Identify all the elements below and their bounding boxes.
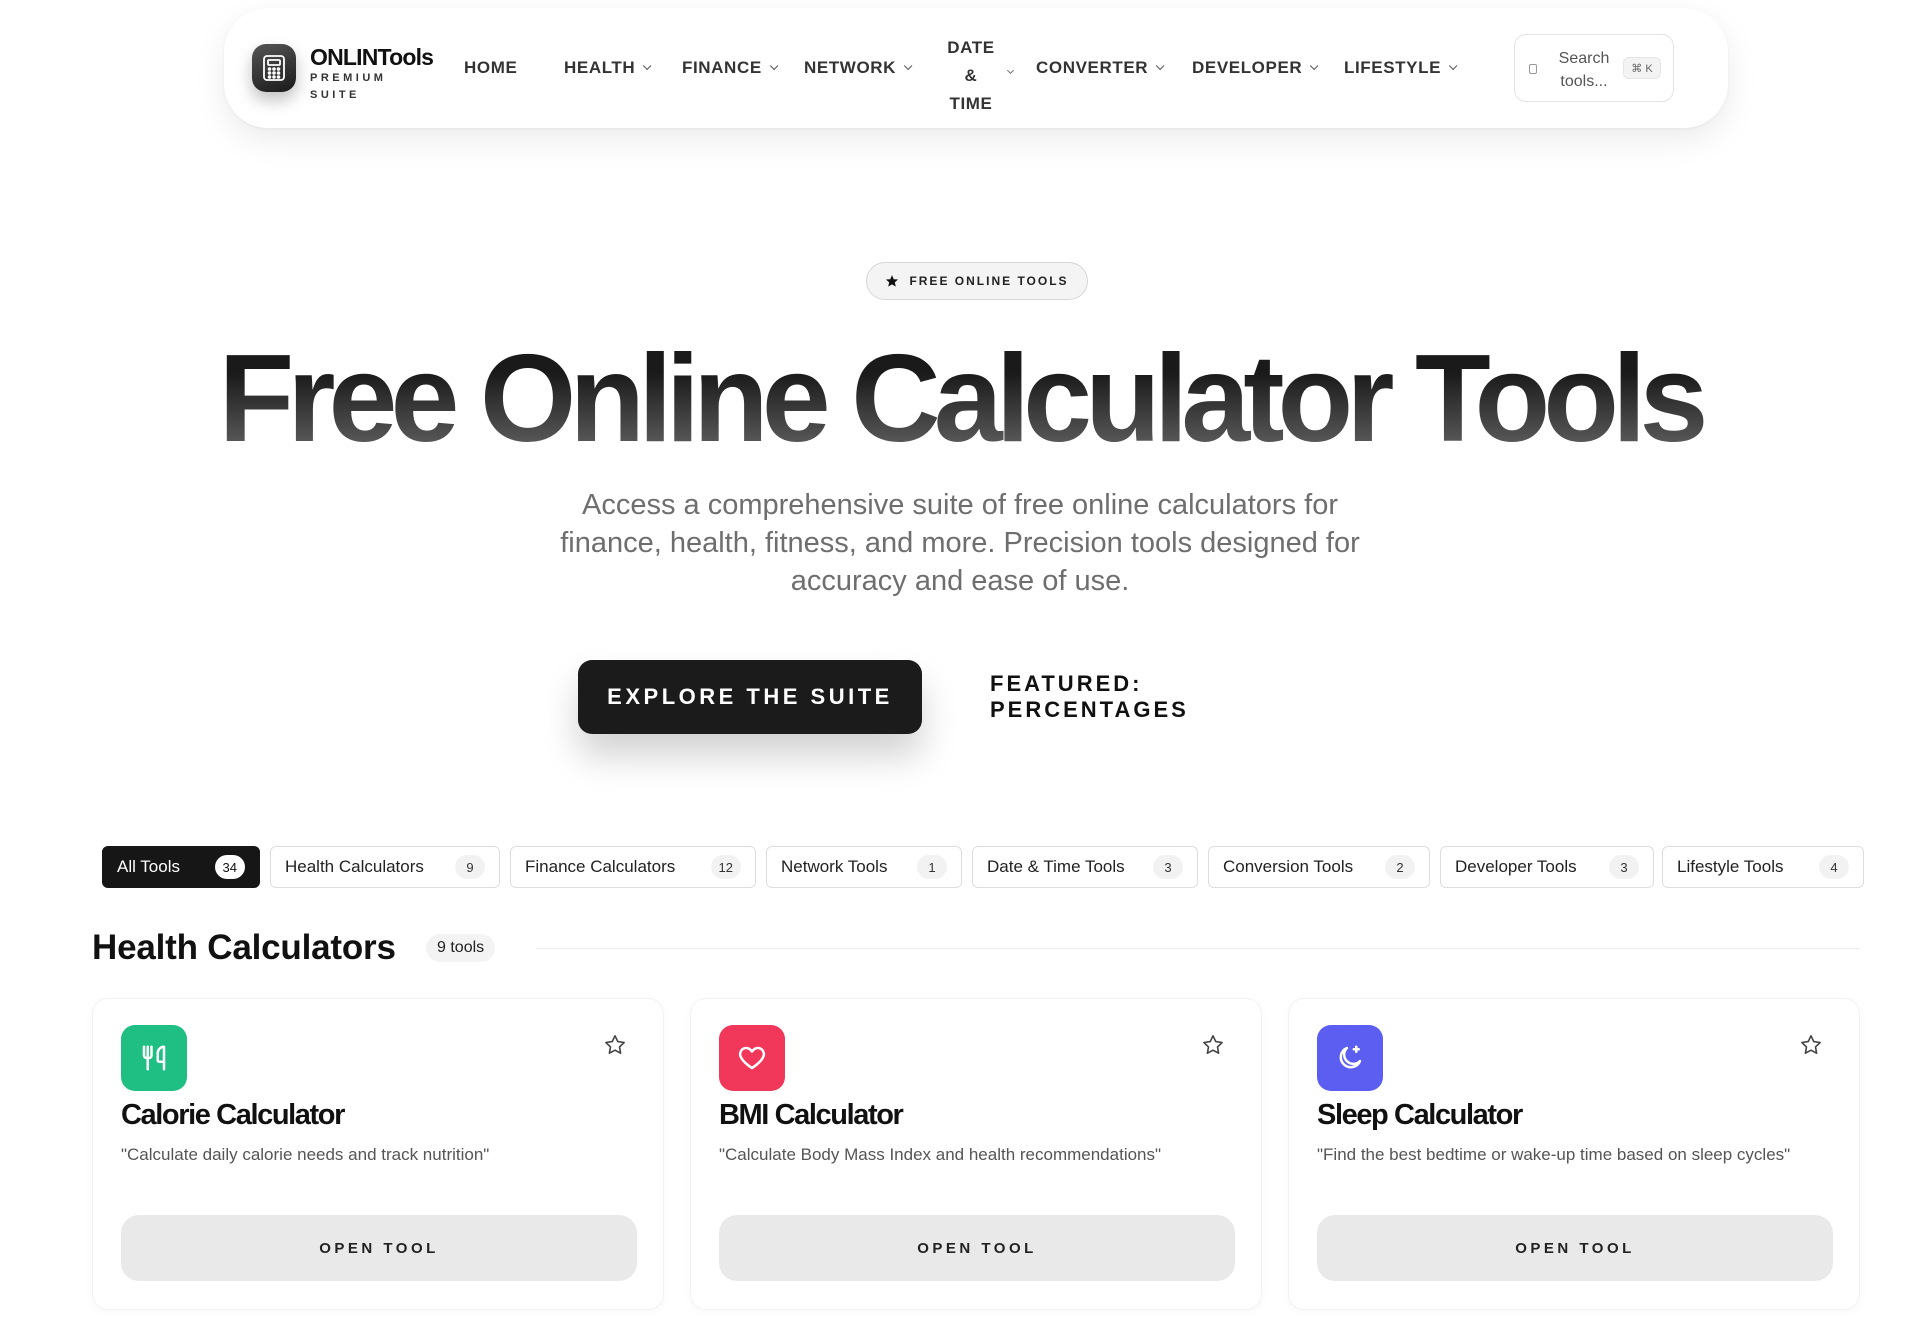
moon-icon	[1317, 1025, 1383, 1091]
tab-label: Conversion Tools	[1223, 857, 1354, 876]
nav-date-line1: DATE	[947, 38, 995, 57]
hero-subtitle: Access a comprehensive suite of free onl…	[560, 489, 1360, 597]
brand-subtitle: PREMIUM SUITE	[310, 72, 387, 101]
star-icon	[886, 275, 899, 287]
card-description: "Find the best bedtime or wake-up time b…	[1317, 1145, 1791, 1164]
nav-finance[interactable]: FINANCE	[682, 8, 779, 128]
brand[interactable]: ONLINTools PREMIUM SUITE	[310, 44, 434, 104]
tab-count: 3	[1609, 855, 1639, 879]
nav-health-label: HEALTH	[564, 58, 636, 77]
tab-all-tools[interactable]: All Tools 34	[102, 846, 260, 888]
section-divider	[536, 948, 1860, 949]
chevron-down-icon	[1006, 66, 1015, 75]
nav-developer-label: DEVELOPER	[1192, 58, 1303, 77]
nav-network-label: NETWORK	[804, 58, 897, 77]
tool-card-sleep[interactable]: Sleep Calculator "Find the best bedtime …	[1288, 998, 1860, 1310]
chevron-down-icon	[1448, 61, 1458, 71]
tab-date-time-tools[interactable]: Date & Time Tools 3	[972, 846, 1198, 888]
card-description: "Calculate Body Mass Index and health re…	[719, 1145, 1162, 1164]
favorite-star-icon[interactable]	[1201, 1033, 1225, 1062]
nav-lifestyle[interactable]: LIFESTYLE	[1344, 8, 1458, 128]
favorite-star-icon[interactable]	[603, 1033, 627, 1062]
nav-date-time[interactable]: DATE & TIME	[944, 34, 998, 118]
nav-converter-label: CONVERTER	[1036, 58, 1149, 77]
tool-card-bmi[interactable]: BMI Calculator "Calculate Body Mass Inde…	[690, 998, 1262, 1310]
tab-finance-calculators[interactable]: Finance Calculators 12	[510, 846, 756, 888]
section-title: Health Calculators	[92, 928, 396, 967]
section-tool-count: 9 tools	[426, 934, 496, 962]
chevron-down-icon	[769, 61, 779, 71]
nav-converter[interactable]: CONVERTER	[1036, 8, 1165, 128]
tab-label: All Tools	[117, 857, 180, 876]
card-title: Sleep Calculator	[1317, 1099, 1523, 1131]
card-title: BMI Calculator	[719, 1099, 904, 1131]
nav-home-label: HOME	[464, 58, 518, 77]
nav-finance-label: FINANCE	[682, 58, 762, 77]
search-placeholder: Search tools...	[1558, 50, 1610, 90]
page-title: Free Online Calculator Tools	[0, 334, 1920, 464]
nav-health[interactable]: HEALTH	[564, 8, 652, 128]
favorite-star-icon[interactable]	[1799, 1033, 1823, 1062]
calculator-logo-icon[interactable]	[252, 44, 296, 92]
chevron-down-icon	[1156, 61, 1165, 71]
card-title: Calorie Calculator	[121, 1099, 345, 1131]
tab-count: 2	[1385, 855, 1415, 879]
tab-count: 12	[710, 855, 741, 879]
chevron-down-icon	[1310, 61, 1319, 71]
tab-count: 3	[1153, 855, 1183, 879]
search-icon	[1529, 64, 1537, 74]
top-navbar: ONLINTools PREMIUM SUITE HOME HEALTH FIN…	[224, 8, 1728, 128]
tab-network-tools[interactable]: Network Tools 1	[766, 846, 962, 888]
brand-name: ONLINTools	[310, 44, 434, 70]
tab-label: Lifestyle Tools	[1677, 857, 1784, 876]
chevron-down-icon	[643, 61, 652, 71]
heart-icon	[719, 1025, 785, 1091]
tab-label: Date & Time Tools	[987, 857, 1125, 876]
open-tool-button[interactable]: OPEN TOOL	[719, 1215, 1235, 1281]
nav-date-line2: &	[964, 66, 978, 85]
tab-count: 4	[1819, 855, 1849, 879]
chevron-down-icon	[903, 61, 913, 71]
hero-badge: FREE ONLINE TOOLS	[866, 262, 1088, 300]
tab-label: Developer Tools	[1455, 857, 1577, 876]
explore-suite-button[interactable]: EXPLORE THE SUITE	[578, 660, 922, 734]
utensils-icon	[121, 1025, 187, 1091]
tab-conversion-tools[interactable]: Conversion Tools 2	[1208, 846, 1430, 888]
hero-badge-label: FREE ONLINE TOOLS	[909, 274, 1069, 288]
open-tool-button[interactable]: OPEN TOOL	[121, 1215, 637, 1281]
nav-lifestyle-label: LIFESTYLE	[1344, 58, 1442, 77]
tab-health-calculators[interactable]: Health Calculators 9	[270, 846, 500, 888]
nav-home[interactable]: HOME	[464, 8, 517, 128]
featured-percentages-link[interactable]: FEATURED: PERCENTAGES	[990, 660, 1340, 734]
tab-label: Network Tools	[781, 857, 888, 876]
open-tool-button[interactable]: OPEN TOOL	[1317, 1215, 1833, 1281]
nav-network[interactable]: NETWORK	[804, 8, 913, 128]
tab-count: 34	[214, 855, 245, 879]
tool-card-calorie[interactable]: Calorie Calculator "Calculate daily calo…	[92, 998, 664, 1310]
tab-count: 1	[917, 855, 947, 879]
tab-developer-tools[interactable]: Developer Tools 3	[1440, 846, 1654, 888]
search-input[interactable]: Search tools... ⌘ K	[1514, 34, 1674, 102]
tab-lifestyle-tools[interactable]: Lifestyle Tools 4	[1662, 846, 1864, 888]
nav-developer[interactable]: DEVELOPER	[1192, 8, 1319, 128]
nav-date-line3: TIME	[949, 94, 993, 113]
tab-label: Health Calculators	[285, 857, 424, 876]
category-filter-tabs: All Tools 34 Health Calculators 9 Financ…	[0, 846, 1920, 888]
card-description: "Calculate daily calorie needs and track…	[121, 1145, 490, 1164]
tab-count: 9	[455, 855, 485, 879]
tab-label: Finance Calculators	[525, 857, 676, 876]
keyboard-shortcut-badge: ⌘ K	[1623, 57, 1661, 79]
